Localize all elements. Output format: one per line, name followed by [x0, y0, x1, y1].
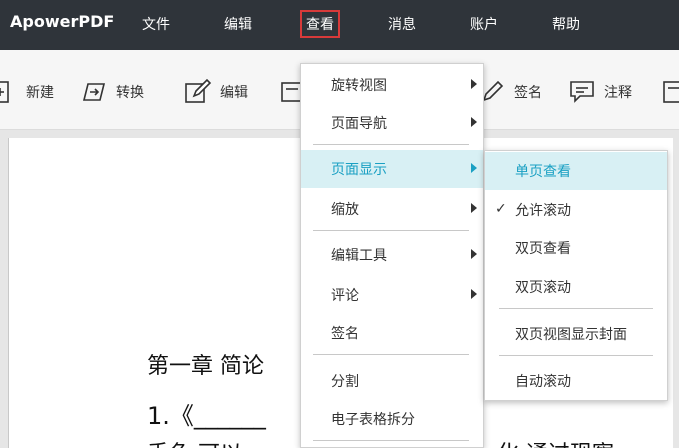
convert-icon — [82, 83, 106, 101]
doc-line-2: 1.《______ — [147, 402, 266, 430]
sign-button[interactable]: 签名 — [478, 78, 542, 106]
submenu-auto-scroll[interactable]: 自动滚动 — [485, 362, 667, 400]
menu-edit[interactable]: 编辑 — [224, 14, 252, 34]
comment-icon — [570, 81, 594, 103]
doc-heading: 第一章 简论 — [147, 354, 264, 379]
submenu-item-label: 双页滚动 — [515, 280, 571, 296]
convert-label: 转换 — [116, 85, 144, 101]
menu-item-label: 电子表格拆分 — [331, 412, 415, 428]
menu-account[interactable]: 账户 — [470, 14, 498, 34]
menu-messages[interactable]: 消息 — [388, 14, 416, 34]
page-icon — [663, 81, 679, 103]
submenu-arrow-icon — [471, 163, 477, 173]
submenu-separator — [499, 308, 653, 309]
submenu-item-label: 双页查看 — [515, 241, 571, 257]
menu-bar: ApowerPDF 文件 编辑 查看 消息 账户 帮助 — [0, 0, 679, 50]
submenu-arrow-icon — [471, 117, 477, 127]
menu-item-label: 评论 — [331, 288, 359, 304]
submenu-two-page-cover[interactable]: 双页视图显示封面 — [485, 315, 667, 353]
doc-line-3: 手色 可以 — [147, 436, 242, 448]
view-menu-dropdown: 旋转视图 页面导航 页面显示 缩放 编辑工具 评论 签名 分割 电子表格拆分 — [300, 63, 484, 448]
menu-help[interactable]: 帮助 — [552, 14, 580, 34]
submenu-arrow-icon — [471, 289, 477, 299]
new-document-icon — [0, 81, 9, 103]
menu-edit-tools[interactable]: 编辑工具 — [301, 236, 483, 274]
new-button[interactable]: 新建 — [0, 78, 54, 106]
menu-rotate-view[interactable]: 旋转视图 — [301, 66, 483, 104]
menu-separator — [313, 144, 469, 145]
menu-item-label: 页面显示 — [331, 162, 387, 178]
menu-view[interactable]: 查看 — [300, 10, 340, 38]
menu-item-label: 签名 — [331, 326, 359, 342]
menu-item-label: 编辑工具 — [331, 248, 387, 264]
annotate-label: 注释 — [604, 85, 632, 101]
submenu-item-label: 自动滚动 — [515, 374, 571, 390]
menu-page-navigation[interactable]: 页面导航 — [301, 104, 483, 142]
convert-button[interactable]: 转换 — [80, 78, 144, 106]
submenu-two-page[interactable]: 双页查看 — [485, 229, 667, 267]
menu-separator — [313, 230, 469, 231]
sign-label: 签名 — [514, 85, 542, 101]
edit-button[interactable]: 编辑 — [184, 78, 248, 106]
doc-line-3-right: 化 通过现察 — [497, 436, 614, 448]
page-display-submenu: 单页查看 ✓ 允许滚动 双页查看 双页滚动 双页视图显示封面 自动滚动 — [484, 150, 668, 401]
submenu-arrow-icon — [471, 249, 477, 259]
menu-signature[interactable]: 签名 — [301, 314, 483, 352]
submenu-item-label: 双页视图显示封面 — [515, 327, 627, 343]
annotate-button[interactable]: 注释 — [568, 78, 632, 106]
menu-spreadsheet-split[interactable]: 电子表格拆分 — [301, 400, 483, 438]
submenu-arrow-icon — [471, 203, 477, 213]
submenu-two-page-scroll[interactable]: 双页滚动 — [485, 268, 667, 306]
menu-split[interactable]: 分割 — [301, 362, 483, 400]
new-label: 新建 — [26, 85, 54, 101]
submenu-single-page[interactable]: 单页查看 — [485, 152, 667, 190]
edit-pencil-icon — [185, 78, 212, 103]
menu-separator — [313, 440, 469, 441]
menu-item-label: 缩放 — [331, 202, 359, 218]
more-tool-button-right[interactable] — [662, 78, 679, 106]
submenu-allow-scroll[interactable]: ✓ 允许滚动 — [485, 191, 667, 229]
menu-separator — [313, 354, 469, 355]
checkmark-icon: ✓ — [495, 201, 507, 217]
submenu-separator — [499, 355, 653, 356]
menu-item-label: 页面导航 — [331, 116, 387, 132]
menu-zoom[interactable]: 缩放 — [301, 190, 483, 228]
app-brand: ApowerPDF — [10, 12, 115, 31]
submenu-item-label: 允许滚动 — [515, 203, 571, 219]
menu-item-label: 旋转视图 — [331, 78, 387, 94]
edit-label: 编辑 — [220, 85, 248, 101]
menu-file[interactable]: 文件 — [142, 14, 170, 34]
menu-item-label: 分割 — [331, 374, 359, 390]
menu-page-display[interactable]: 页面显示 — [301, 150, 483, 188]
submenu-arrow-icon — [471, 79, 477, 89]
menu-comment[interactable]: 评论 — [301, 276, 483, 314]
submenu-item-label: 单页查看 — [515, 164, 571, 180]
